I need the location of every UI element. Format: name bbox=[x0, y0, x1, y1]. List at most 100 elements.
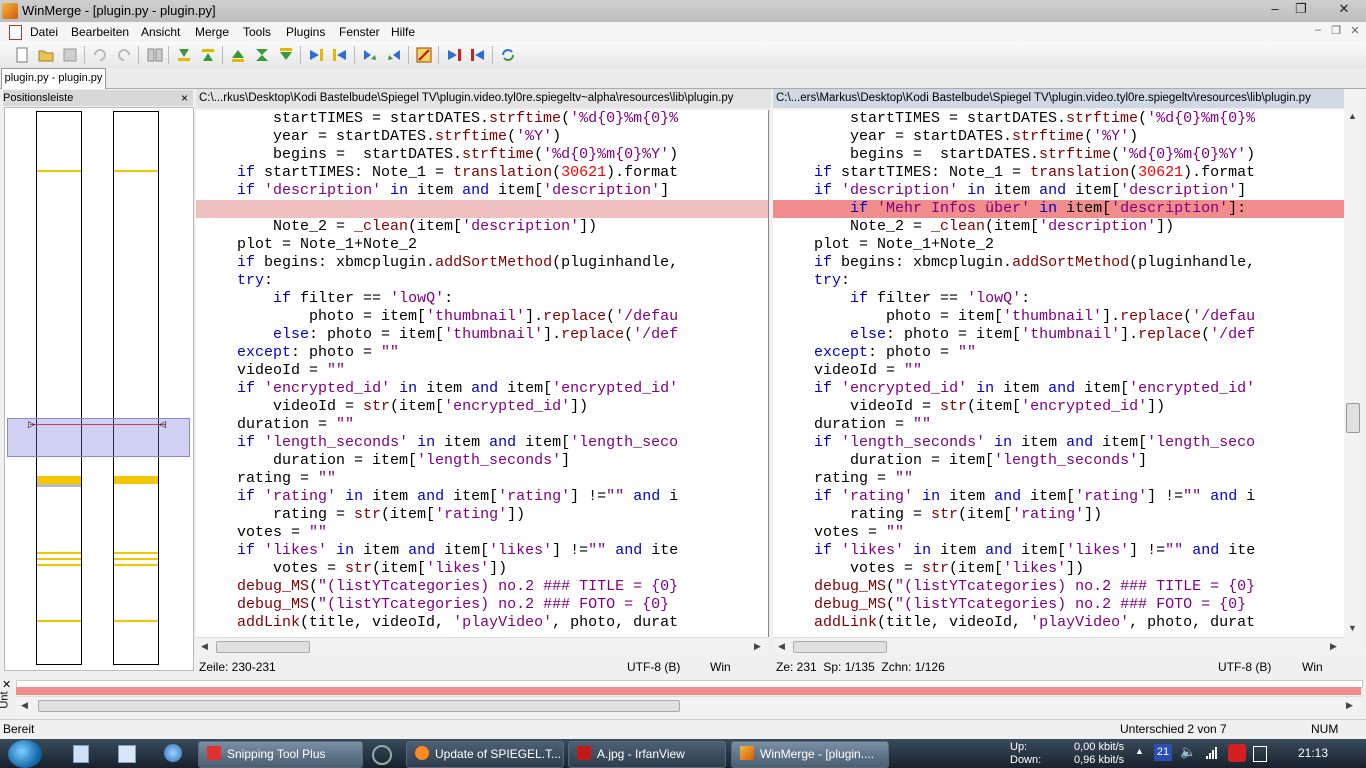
code-line[interactable]: begins = startDATES.strftime('%d{0}%m{0}… bbox=[773, 146, 1344, 164]
right-horizontal-scrollbar[interactable]: ◀ ▶ bbox=[773, 637, 1344, 654]
all-right-icon[interactable] bbox=[445, 46, 463, 64]
code-line[interactable]: except: photo = "" bbox=[773, 344, 1344, 362]
minimize-button[interactable]: ‒ bbox=[1262, 1, 1288, 18]
quicklaunch-browser-icon[interactable] bbox=[164, 744, 182, 762]
diff-empty-line[interactable] bbox=[196, 200, 768, 218]
clock[interactable]: 21:13 bbox=[1298, 746, 1328, 760]
tray-badge-icon[interactable]: 21 bbox=[1154, 744, 1172, 761]
code-line[interactable]: duration = item['length_seconds'] bbox=[773, 452, 1344, 470]
copy-left-icon[interactable] bbox=[331, 46, 349, 64]
code-line[interactable]: else: photo = item['thumbnail'].replace(… bbox=[196, 326, 768, 344]
scroll-right-arrow-icon[interactable]: ▶ bbox=[754, 641, 761, 652]
quicklaunch-window-icon[interactable] bbox=[118, 745, 136, 763]
code-line[interactable]: votes = str(item['likes']) bbox=[773, 560, 1344, 578]
code-line[interactable]: addLink(title, videoId, 'playVideo', pho… bbox=[773, 614, 1344, 632]
diff-line-bottom[interactable] bbox=[16, 687, 1361, 695]
scroll-left-arrow-icon[interactable]: ◀ bbox=[778, 641, 785, 652]
compare-view-icon[interactable] bbox=[146, 46, 164, 64]
taskbar-item-irfanview[interactable]: A.jpg - IrfanView bbox=[568, 741, 726, 768]
location-pane-body[interactable] bbox=[4, 107, 194, 671]
code-line[interactable]: Note_2 = _clean(item['description']) bbox=[773, 218, 1344, 236]
refresh-icon[interactable] bbox=[499, 46, 517, 64]
redo-icon[interactable] bbox=[115, 46, 133, 64]
new-file-icon[interactable] bbox=[13, 46, 31, 64]
current-difference-icon[interactable] bbox=[253, 46, 271, 64]
code-line[interactable]: if 'encrypted_id' in item and item['encr… bbox=[196, 380, 768, 398]
close-button[interactable]: ✕ bbox=[1324, 1, 1364, 18]
code-line[interactable]: if 'length_seconds' in item and item['le… bbox=[196, 434, 768, 452]
code-line[interactable]: if 'likes' in item and item['likes'] !="… bbox=[773, 542, 1344, 560]
scroll-right-arrow-icon[interactable]: ▶ bbox=[1330, 641, 1337, 652]
menu-datei[interactable]: Datei bbox=[30, 25, 58, 39]
location-bar-right[interactable] bbox=[113, 111, 159, 665]
vertical-scrollbar[interactable]: ▲ ▼ bbox=[1344, 89, 1361, 653]
code-line[interactable]: videoId = str(item['encrypted_id']) bbox=[773, 398, 1344, 416]
quicklaunch-calculator-icon[interactable] bbox=[73, 745, 89, 763]
code-line[interactable]: else: photo = item['thumbnail'].replace(… bbox=[773, 326, 1344, 344]
quicklaunch-app-icon[interactable] bbox=[372, 745, 392, 765]
code-line[interactable]: if 'encrypted_id' in item and item['encr… bbox=[773, 380, 1344, 398]
code-line[interactable]: if begins: xbmcplugin.addSortMethod(plug… bbox=[196, 254, 768, 272]
code-line[interactable]: debug_MS("(listYTcategories) no.2 ### TI… bbox=[773, 578, 1344, 596]
code-line[interactable]: duration = item['length_seconds'] bbox=[196, 452, 768, 470]
code-line[interactable]: votes = "" bbox=[773, 524, 1344, 542]
tray-app-icon[interactable] bbox=[1228, 744, 1246, 762]
winmerge-app-icon[interactable] bbox=[2, 3, 18, 19]
copy-right-icon[interactable] bbox=[307, 46, 325, 64]
code-line[interactable]: plot = Note_1+Note_2 bbox=[773, 236, 1344, 254]
volume-icon[interactable]: 🔈 bbox=[1180, 744, 1196, 760]
code-line[interactable]: if 'description' in item and item['descr… bbox=[773, 182, 1344, 200]
code-line[interactable]: rating = "" bbox=[773, 470, 1344, 488]
code-line[interactable]: if 'rating' in item and item['rating'] !… bbox=[196, 488, 768, 506]
taskbar-item-firefox[interactable]: Update of SPIEGEL.T... bbox=[406, 741, 564, 768]
menu-merge[interactable]: Merge bbox=[195, 25, 229, 39]
code-line[interactable]: if startTIMES: Note_1 = translation(3062… bbox=[196, 164, 768, 182]
open-folder-icon[interactable] bbox=[37, 46, 55, 64]
maximize-button[interactable]: ❐ bbox=[1288, 1, 1314, 18]
right-code-view[interactable]: startTIMES = startDATES.strftime('%d{0}%… bbox=[773, 110, 1344, 637]
all-left-icon[interactable] bbox=[469, 46, 487, 64]
copy-right-advance-icon[interactable] bbox=[361, 46, 379, 64]
code-line[interactable]: if 'length_seconds' in item and item['le… bbox=[773, 434, 1344, 452]
code-line[interactable]: debug_MS("(listYTcategories) no.2 ### FO… bbox=[773, 596, 1344, 614]
last-difference-icon[interactable] bbox=[277, 46, 295, 64]
menu-ansicht[interactable]: Ansicht bbox=[141, 25, 180, 39]
code-line[interactable]: duration = "" bbox=[773, 416, 1344, 434]
menu-hilfe[interactable]: Hilfe bbox=[391, 25, 415, 39]
show-hidden-icons-icon[interactable]: ▲ bbox=[1135, 746, 1144, 756]
code-line[interactable]: if startTIMES: Note_1 = translation(3062… bbox=[773, 164, 1344, 182]
code-line[interactable]: startTIMES = startDATES.strftime('%d{0}%… bbox=[196, 110, 768, 128]
code-line[interactable]: debug_MS("(listYTcategories) no.2 ### TI… bbox=[196, 578, 768, 596]
location-viewport-indicator[interactable]: ▷ ◁ bbox=[7, 418, 190, 457]
menu-tools[interactable]: Tools bbox=[243, 25, 271, 39]
tab-plugin-compare[interactable]: plugin.py - plugin.py bbox=[1, 68, 106, 89]
code-line[interactable]: plot = Note_1+Note_2 bbox=[196, 236, 768, 254]
left-horizontal-scrollbar[interactable]: ◀ ▶ bbox=[196, 637, 768, 654]
mdi-restore-button[interactable]: ❐ bbox=[1327, 24, 1345, 40]
code-line[interactable]: photo = item['thumbnail'].replace('/defa… bbox=[773, 308, 1344, 326]
diff-selected-line[interactable]: if 'Mehr Infos über' in item['descriptio… bbox=[773, 200, 1344, 218]
code-line[interactable]: except: photo = "" bbox=[196, 344, 768, 362]
code-line[interactable]: if 'rating' in item and item['rating'] !… bbox=[773, 488, 1344, 506]
code-line[interactable]: rating = str(item['rating']) bbox=[196, 506, 768, 524]
code-line[interactable]: try: bbox=[196, 272, 768, 290]
code-line[interactable]: videoId = "" bbox=[773, 362, 1344, 380]
code-line[interactable]: if filter == 'lowQ': bbox=[196, 290, 768, 308]
code-line[interactable]: if 'description' in item and item['descr… bbox=[196, 182, 768, 200]
code-line[interactable]: rating = "" bbox=[196, 470, 768, 488]
code-line[interactable]: year = startDATES.strftime('%Y') bbox=[196, 128, 768, 146]
code-line[interactable]: if filter == 'lowQ': bbox=[773, 290, 1344, 308]
scroll-right-arrow-icon[interactable]: ▶ bbox=[1346, 700, 1353, 711]
mdi-close-button[interactable]: ✕ bbox=[1346, 24, 1364, 40]
code-line[interactable]: videoId = "" bbox=[196, 362, 768, 380]
diff-pane-horizontal-scrollbar[interactable]: ◀ ▶ bbox=[16, 696, 1361, 713]
next-difference-icon[interactable] bbox=[175, 46, 193, 64]
code-line[interactable]: try: bbox=[773, 272, 1344, 290]
location-bar-left[interactable] bbox=[36, 111, 82, 665]
scroll-left-arrow-icon[interactable]: ◀ bbox=[201, 641, 208, 652]
taskbar-item-winmerge[interactable]: WinMerge - [plugin.... bbox=[731, 741, 889, 768]
copy-left-advance-icon[interactable] bbox=[385, 46, 403, 64]
scroll-up-arrow-icon[interactable]: ▲ bbox=[1348, 111, 1357, 121]
code-line[interactable]: duration = "" bbox=[196, 416, 768, 434]
scroll-down-arrow-icon[interactable]: ▼ bbox=[1348, 623, 1357, 633]
